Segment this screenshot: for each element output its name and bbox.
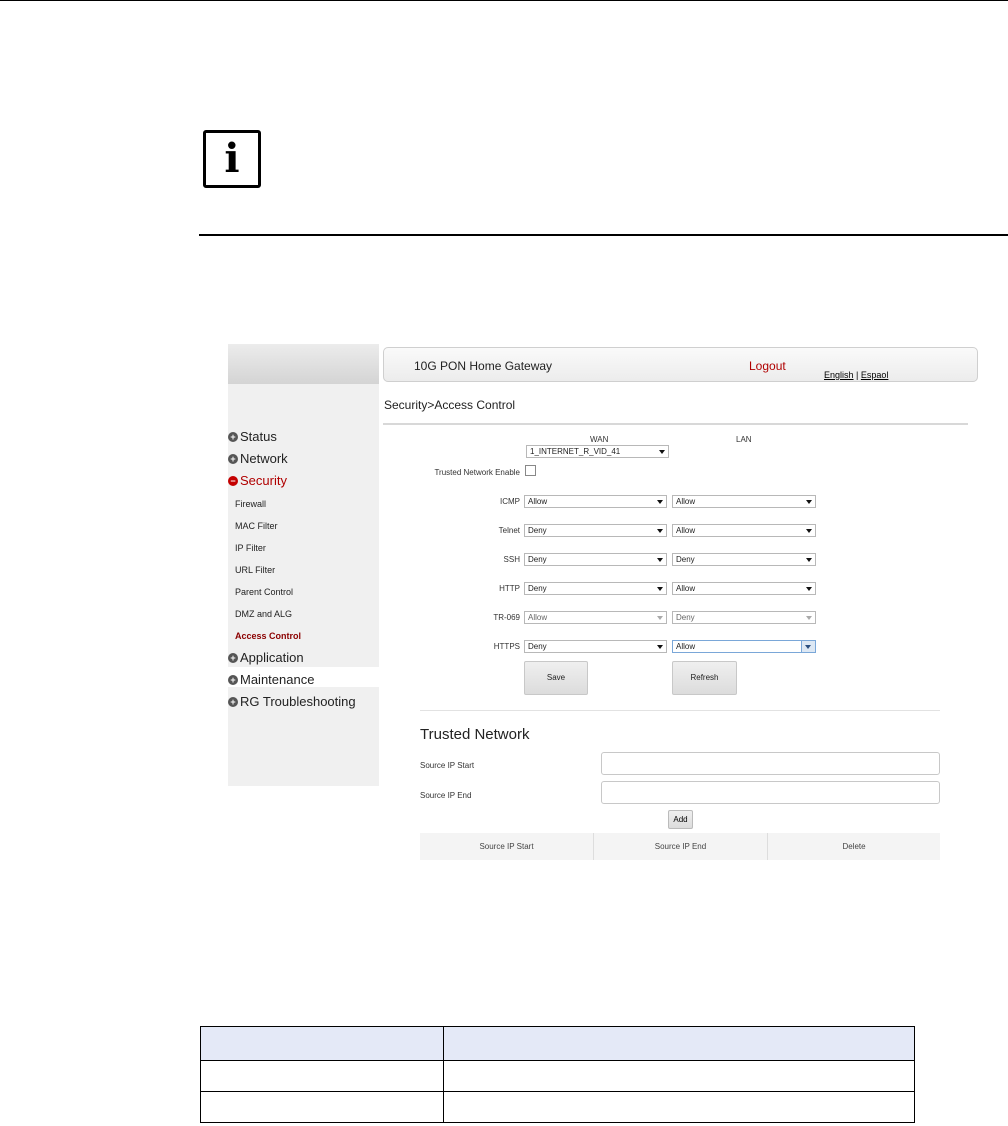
chevron-down-icon bbox=[806, 500, 812, 504]
breadcrumb: Security>Access Control bbox=[384, 398, 516, 412]
chevron-down-icon bbox=[657, 529, 663, 533]
sidebar-item-maintenance[interactable]: + Maintenance bbox=[228, 672, 314, 687]
chevron-down-icon bbox=[805, 645, 811, 649]
note-rule bbox=[199, 234, 1008, 236]
table-header-row bbox=[200, 1026, 915, 1061]
table-cell bbox=[443, 1060, 915, 1092]
table-cell bbox=[443, 1091, 915, 1123]
sidebar-item-network[interactable]: + Network bbox=[228, 451, 288, 466]
chevron-down-icon bbox=[659, 450, 665, 454]
collapse-icon: − bbox=[228, 475, 238, 486]
table-header-source-ip-start: Source IP Start bbox=[420, 833, 594, 860]
wan-column-header: WAN bbox=[590, 435, 609, 444]
chevron-down-icon bbox=[657, 558, 663, 562]
service-label-icmp: ICMP bbox=[500, 497, 520, 506]
sidebar-subitem-ip-filter[interactable]: IP Filter bbox=[235, 543, 266, 553]
table-header-cell bbox=[443, 1026, 915, 1061]
https-wan-select[interactable]: Deny bbox=[524, 640, 667, 653]
service-label-https: HTTPS bbox=[493, 642, 520, 651]
http-wan-select[interactable]: Deny bbox=[524, 582, 667, 595]
tr069-lan-select[interactable]: Deny bbox=[672, 611, 816, 624]
chevron-down-icon bbox=[806, 587, 812, 591]
dropdown-button bbox=[801, 641, 815, 652]
page-top-rule bbox=[0, 0, 1008, 1]
trusted-network-enable-label: Trusted Network Enable bbox=[434, 468, 520, 477]
sidebar-item-security[interactable]: − Security bbox=[228, 473, 287, 488]
icmp-wan-select[interactable]: Allow bbox=[524, 495, 667, 508]
expand-icon: + bbox=[228, 652, 238, 663]
chevron-down-icon bbox=[806, 558, 812, 562]
sidebar-item-status[interactable]: + Status bbox=[228, 429, 277, 444]
source-ip-start-label: Source IP Start bbox=[420, 761, 475, 770]
source-ip-end-input[interactable] bbox=[601, 781, 940, 804]
chevron-down-icon bbox=[806, 529, 812, 533]
trusted-network-title: Trusted Network bbox=[420, 726, 530, 743]
chevron-down-icon bbox=[657, 587, 663, 591]
chevron-down-icon bbox=[657, 616, 663, 620]
logout-link[interactable]: Logout bbox=[749, 359, 786, 373]
table-header-cell bbox=[200, 1026, 444, 1061]
sidebar-subitem-firewall[interactable]: Firewall bbox=[235, 499, 266, 509]
add-button[interactable]: Add bbox=[668, 810, 693, 829]
telnet-lan-select[interactable]: Allow bbox=[672, 524, 816, 537]
telnet-wan-select[interactable]: Deny bbox=[524, 524, 667, 537]
icmp-lan-select[interactable]: Allow bbox=[672, 495, 816, 508]
https-lan-select[interactable]: Allow bbox=[672, 640, 816, 653]
source-ip-start-input[interactable] bbox=[601, 752, 940, 775]
table-header-delete: Delete bbox=[768, 833, 940, 860]
sidebar-subitem-mac-filter[interactable]: MAC Filter bbox=[235, 521, 278, 531]
service-label-tr069: TR-069 bbox=[493, 613, 520, 622]
trusted-network-enable-checkbox[interactable] bbox=[525, 465, 536, 476]
source-ip-end-label: Source IP End bbox=[420, 791, 472, 800]
table-row bbox=[200, 1060, 915, 1092]
sidebar-item-application[interactable]: + Application bbox=[228, 650, 304, 665]
sidebar-subitem-parent-control[interactable]: Parent Control bbox=[235, 587, 293, 597]
expand-icon: + bbox=[228, 431, 238, 442]
service-label-ssh: SSH bbox=[503, 555, 520, 564]
chevron-down-icon bbox=[806, 616, 812, 620]
table-cell bbox=[200, 1091, 444, 1123]
sidebar-subitem-url-filter[interactable]: URL Filter bbox=[235, 565, 275, 575]
wan-interface-select[interactable]: 1_INTERNET_R_VID_41 bbox=[526, 445, 669, 458]
expand-icon: + bbox=[228, 453, 238, 464]
tr069-wan-select[interactable]: Allow bbox=[524, 611, 667, 624]
expand-icon: + bbox=[228, 696, 238, 707]
expand-icon: + bbox=[228, 674, 238, 685]
sidebar-item-rg-troubleshooting[interactable]: + RG Troubleshooting bbox=[228, 694, 356, 709]
http-lan-select[interactable]: Allow bbox=[672, 582, 816, 595]
info-icon: i bbox=[203, 130, 261, 188]
save-button[interactable]: Save bbox=[524, 661, 588, 695]
lan-column-header: LAN bbox=[736, 435, 752, 444]
language-switch: English | Espaol bbox=[824, 370, 889, 380]
top-header: 10G PON Home Gateway Logout English | Es… bbox=[383, 347, 978, 382]
chevron-down-icon bbox=[657, 500, 663, 504]
section-divider bbox=[420, 710, 940, 711]
refresh-button[interactable]: Refresh bbox=[672, 661, 737, 695]
chevron-down-icon bbox=[657, 645, 663, 649]
service-label-telnet: Telnet bbox=[498, 526, 520, 535]
sidebar-subitem-dmz-alg[interactable]: DMZ and ALG bbox=[235, 609, 292, 619]
gateway-screenshot: + Status + Network − Security Firewall MAC … bbox=[228, 344, 978, 880]
lang-spanish-link[interactable]: Espaol bbox=[861, 370, 889, 380]
breadcrumb-rule bbox=[383, 423, 968, 425]
parameter-table bbox=[200, 1026, 915, 1123]
sidebar-header bbox=[228, 344, 379, 384]
table-header-source-ip-end: Source IP End bbox=[594, 833, 768, 860]
service-label-http: HTTP bbox=[499, 584, 520, 593]
sidebar: + Status + Network − Security Firewall MAC … bbox=[228, 384, 379, 786]
table-row bbox=[200, 1091, 915, 1123]
lang-english-link[interactable]: English bbox=[824, 370, 854, 380]
table-cell bbox=[200, 1060, 444, 1092]
ssh-wan-select[interactable]: Deny bbox=[524, 553, 667, 566]
app-title: 10G PON Home Gateway bbox=[414, 359, 553, 373]
sidebar-subitem-access-control[interactable]: Access Control bbox=[235, 631, 301, 641]
ssh-lan-select[interactable]: Deny bbox=[672, 553, 816, 566]
